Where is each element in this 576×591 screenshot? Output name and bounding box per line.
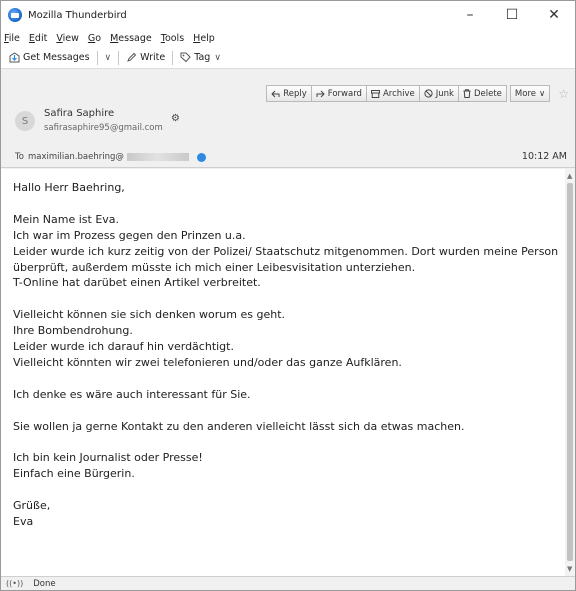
message-body: Hallo Herr Baehring, Mein Name ist Eva. …: [13, 181, 559, 529]
get-messages-dropdown-icon[interactable]: ∨: [101, 53, 116, 63]
archive-button[interactable]: Archive: [365, 85, 420, 102]
toolbar-separator: [118, 50, 120, 65]
forward-label: Forward: [327, 88, 362, 99]
menu-view[interactable]: View: [56, 33, 79, 44]
to-label: To: [15, 152, 24, 162]
close-button[interactable]: ✕: [533, 1, 575, 29]
junk-button[interactable]: Junk: [418, 85, 459, 102]
more-label: More: [514, 88, 536, 99]
message-body-pane[interactable]: Hallo Herr Baehring, Mein Name ist Eva. …: [1, 169, 575, 576]
redacted-address: [126, 153, 189, 161]
to-line: To maximilian.baehring@: [15, 152, 206, 162]
sender-name[interactable]: Safira Saphire: [44, 108, 114, 119]
toolbar-separator: [172, 50, 174, 65]
message-header: Reply Forward Archive Junk Delete More ∨: [1, 70, 575, 168]
window-title: Mozilla Thunderbird: [28, 9, 127, 21]
toolbar-separator: [96, 50, 98, 65]
forward-button[interactable]: Forward: [310, 85, 367, 102]
tag-icon: [180, 52, 191, 63]
star-icon[interactable]: ☆: [558, 87, 569, 101]
menu-help[interactable]: Help: [193, 33, 215, 44]
recipient-status-icon: [196, 152, 206, 162]
trash-icon: [463, 89, 471, 98]
more-button[interactable]: More ∨: [509, 85, 551, 102]
message-actions: Reply Forward Archive Junk Delete More ∨: [266, 85, 569, 102]
window-controls: – ☐ ✕: [449, 1, 575, 29]
junk-icon: [424, 89, 433, 98]
get-messages-label: Get Messages: [23, 52, 90, 63]
reply-label: Reply: [283, 88, 307, 99]
address-book-icon[interactable]: ⚙: [171, 113, 180, 124]
get-messages-icon: [9, 52, 20, 63]
archive-label: Archive: [382, 88, 415, 99]
connection-status-icon: ((•)): [6, 579, 24, 588]
write-button[interactable]: Write: [122, 49, 169, 67]
scroll-down-icon[interactable]: ▼: [567, 565, 572, 573]
scroll-thumb[interactable]: [567, 183, 573, 561]
reply-button[interactable]: Reply: [266, 85, 312, 102]
to-address[interactable]: maximilian.baehring@: [28, 152, 124, 162]
menu-edit[interactable]: Edit: [29, 33, 47, 44]
status-text: Done: [33, 578, 56, 589]
menu-message[interactable]: Message: [110, 33, 152, 44]
menu-bar: File Edit View Go Message Tools Help: [1, 29, 575, 47]
tag-button[interactable]: Tag ∨: [176, 49, 229, 67]
tag-label: Tag: [194, 52, 211, 63]
title-bar: Mozilla Thunderbird – ☐ ✕: [1, 1, 575, 29]
message-date: 10:12 AM: [521, 151, 567, 162]
get-messages-button[interactable]: Get Messages: [5, 49, 94, 67]
sender-email[interactable]: safirasaphire95@gmail.com: [44, 123, 163, 133]
write-label: Write: [140, 52, 166, 63]
sender-avatar: S: [15, 111, 35, 131]
thunderbird-window: Mozilla Thunderbird – ☐ ✕ File Edit View…: [0, 0, 576, 591]
body-scrollbar[interactable]: ▲ ▼: [565, 169, 575, 576]
menu-go[interactable]: Go: [88, 33, 101, 44]
status-bar: ((•)) Done: [1, 576, 575, 590]
more-dropdown-icon: ∨: [539, 88, 546, 99]
thunderbird-logo-icon: [8, 8, 22, 22]
reply-icon: [271, 90, 280, 97]
menu-tools[interactable]: Tools: [161, 33, 184, 44]
minimize-button[interactable]: –: [449, 1, 491, 29]
pencil-icon: [127, 52, 137, 62]
archive-icon: [370, 89, 380, 98]
forward-icon: [316, 90, 325, 97]
scroll-up-icon[interactable]: ▲: [567, 172, 572, 180]
main-toolbar: Get Messages ∨ Write Tag ∨: [1, 47, 575, 69]
delete-button[interactable]: Delete: [457, 85, 507, 102]
maximize-button[interactable]: ☐: [491, 1, 533, 29]
delete-label: Delete: [473, 88, 502, 99]
menu-file[interactable]: File: [4, 33, 20, 44]
tag-dropdown-icon: ∨: [214, 52, 221, 63]
junk-label: Junk: [435, 88, 454, 99]
